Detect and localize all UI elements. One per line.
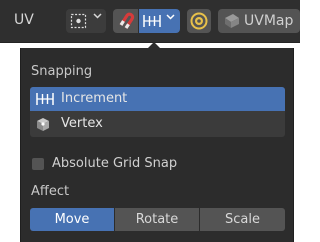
snapping-popover: Snapping Increment Vertex Absolute Grid: [20, 48, 294, 242]
increment-icon: [36, 93, 54, 105]
snap-element-dropdown[interactable]: [139, 9, 180, 33]
chevron-down-icon: [166, 14, 175, 20]
snap-option-increment[interactable]: Increment: [30, 87, 285, 111]
magnet-icon: [119, 12, 135, 29]
snapping-controls: [113, 9, 180, 33]
checkbox-label: Absolute Grid Snap: [52, 156, 178, 171]
uv-map-selector[interactable]: UVMap: [218, 9, 300, 33]
snap-target-list: Increment Vertex: [30, 87, 285, 137]
absolute-grid-snap-checkbox[interactable]: Absolute Grid Snap: [31, 156, 231, 174]
affect-scale-button[interactable]: Scale: [200, 208, 285, 231]
selection-sync-icon: [190, 12, 208, 30]
affect-move-button[interactable]: Move: [30, 208, 114, 231]
uv-editor-header: UV UVMap: [0, 0, 300, 43]
mode-label: UV: [14, 12, 34, 28]
pivot-point-icon: [70, 13, 87, 29]
pivot-point-dropdown[interactable]: [66, 9, 106, 33]
uv-map-name: UVMap: [244, 13, 294, 29]
snap-option-label: Vertex: [61, 116, 103, 131]
affect-rotate-button[interactable]: Rotate: [115, 208, 199, 231]
affect-title: Affect: [31, 184, 70, 199]
increment-icon: [143, 15, 161, 27]
snap-option-label: Increment: [61, 91, 128, 106]
checkbox-box[interactable]: [32, 158, 44, 170]
uv-map-icon: [225, 14, 239, 28]
chevron-down-icon: [93, 13, 102, 19]
snap-toggle-button[interactable]: [113, 9, 138, 33]
vertex-cube-icon: [37, 118, 49, 131]
snapping-title: Snapping: [31, 64, 93, 79]
uv-sync-selection-button[interactable]: [187, 9, 211, 33]
affect-toggle-group: Move Rotate Scale: [30, 208, 285, 231]
snap-option-vertex[interactable]: Vertex: [30, 112, 285, 136]
